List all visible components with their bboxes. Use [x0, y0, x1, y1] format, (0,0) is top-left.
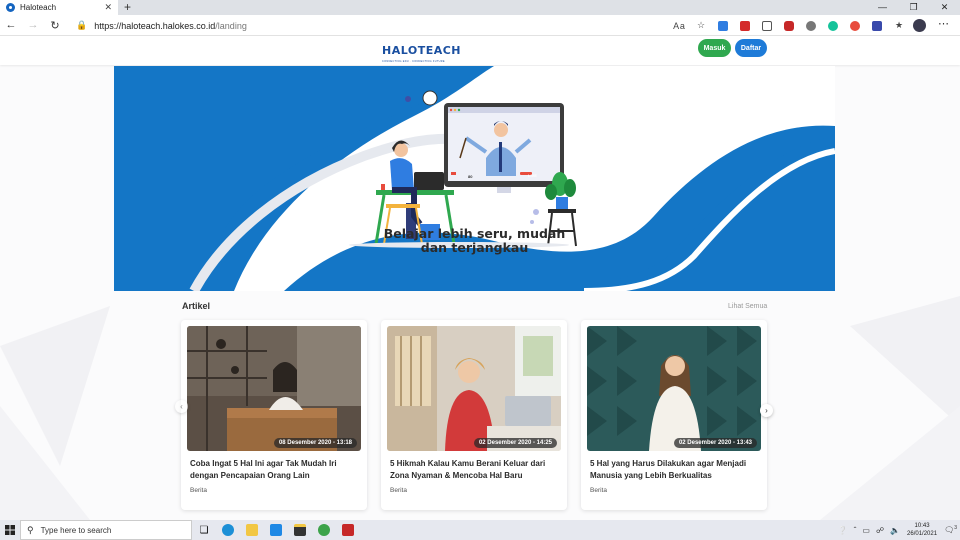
favorite-star-icon[interactable]: ☆	[690, 18, 712, 33]
article-title[interactable]: 5 Hal yang Harus Dilakukan agar Menjadi …	[590, 458, 762, 482]
tray-chevron-icon[interactable]: ˆ	[854, 526, 857, 535]
grammarly-icon[interactable]	[822, 18, 844, 33]
article-card[interactable]: 08 Desember 2020 - 13:18 Coba Ingat 5 Ha…	[181, 320, 367, 510]
network-icon[interactable]: ☍	[876, 526, 884, 535]
lock-icon: 🔒	[76, 20, 88, 30]
window-controls: — ❐ ✕	[867, 0, 960, 15]
address-bar[interactable]: 🔒 https://haloteach.halokes.co.id /landi…	[72, 17, 662, 34]
article-title[interactable]: 5 Hikmah Kalau Kamu Berani Keluar dari Z…	[390, 458, 562, 482]
article-title[interactable]: Coba Ingat 5 Hal Ini agar Tak Mudah Iri …	[190, 458, 362, 482]
hero-tagline: Belajar lebih seru, mudah dan terjangkau	[114, 227, 835, 255]
color-picker-icon[interactable]	[844, 18, 866, 33]
page-viewport: HALOTEACH CONNECTING EDU · CONNECTING FU…	[0, 36, 960, 520]
tab-sync-icon[interactable]	[756, 18, 778, 33]
vscode-icon[interactable]	[264, 520, 288, 540]
logo-tagline: CONNECTING EDU · CONNECTING FUTURE	[382, 60, 445, 63]
article-date: 02 Desember 2020 - 14:25	[473, 438, 557, 448]
chrome-icon[interactable]	[312, 520, 336, 540]
notification-count: 3	[954, 525, 957, 532]
hero-illustration: LIVE 80	[114, 66, 835, 291]
browser-toolbar: ← → ↻ 🔒 https://haloteach.halokes.co.id …	[0, 15, 960, 36]
taskbar: ⚲ Type here to search ❏ ❔ ˆ ▭ ☍ 🔈 10:43 …	[0, 520, 960, 540]
url-path: /landing	[215, 20, 247, 31]
article-category: Berita	[590, 487, 607, 494]
tab-strip: Haloteach ✕ + — ❐ ✕	[0, 0, 960, 15]
hero-tagline-line1: Belajar lebih seru, mudah	[383, 226, 566, 241]
hero-tagline-line2: dan terjangkau	[420, 240, 529, 255]
carousel-next-icon[interactable]: ›	[760, 404, 773, 417]
forward-arrow-icon[interactable]: →	[22, 19, 44, 31]
article-image: 08 Desember 2020 - 13:18	[187, 326, 361, 451]
back-arrow-icon[interactable]: ←	[0, 19, 22, 31]
restore-button[interactable]: ❐	[898, 0, 929, 15]
tab-title: Haloteach	[20, 3, 57, 12]
record-extension-icon[interactable]	[778, 18, 800, 33]
pdf-extension-icon[interactable]	[734, 18, 756, 33]
clock-time: 10:43	[914, 523, 930, 529]
url-host: https://haloteach.halokes.co.id	[94, 20, 216, 31]
refresh-icon[interactable]: ↻	[44, 19, 66, 32]
article-card[interactable]: 02 Desember 2020 - 13:43 5 Hal yang Haru…	[581, 320, 767, 510]
clock-date: 26/01/2021	[907, 531, 938, 537]
hero-banner: LIVE 80 Belajar lebih seru, mudah dan te…	[114, 66, 835, 291]
articles-section-title: Artikel	[182, 301, 211, 311]
article-date: 02 Desember 2020 - 13:43	[673, 438, 757, 448]
logo-text: HALOTEACH	[382, 44, 461, 57]
carousel-prev-icon[interactable]: ‹	[175, 400, 188, 413]
article-image: 02 Desember 2020 - 14:25	[387, 326, 561, 451]
battery-icon[interactable]: ▭	[862, 526, 870, 535]
profile-avatar[interactable]	[913, 19, 926, 32]
edge-browser-icon[interactable]	[216, 520, 240, 540]
article-card[interactable]: 02 Desember 2020 - 14:25 5 Hikmah Kalau …	[381, 320, 567, 510]
sticky-notes-icon[interactable]	[288, 520, 312, 540]
system-tray: ❔ ˆ ▭ ☍ 🔈 10:43 26/01/2021 🗨3	[835, 520, 960, 540]
shield-extension-icon[interactable]	[800, 18, 822, 33]
taskbar-search-placeholder: Type here to search	[40, 525, 112, 535]
viewer-count: 80	[468, 174, 473, 179]
tab-close-icon[interactable]: ✕	[104, 2, 112, 13]
help-icon[interactable]: ❔	[838, 526, 848, 535]
site-favicon-icon	[6, 3, 15, 12]
see-all-link[interactable]: Lihat Semua	[728, 303, 767, 310]
file-explorer-icon[interactable]	[240, 520, 264, 540]
article-category: Berita	[190, 487, 207, 494]
windows-start-icon[interactable]	[0, 520, 20, 540]
volume-icon[interactable]: 🔈	[890, 526, 900, 535]
new-tab-button[interactable]: +	[124, 1, 131, 14]
read-aloud-icon[interactable]: A a	[668, 18, 690, 33]
favorites-icon[interactable]: ★	[888, 18, 910, 33]
notification-icon[interactable]: 🗨3	[944, 525, 957, 535]
more-menu-icon[interactable]: ⋯	[938, 17, 949, 30]
site-header: HALOTEACH CONNECTING EDU · CONNECTING FU…	[0, 36, 960, 65]
extension-icons: A a ☆ ★ ❐	[668, 18, 932, 33]
browser-tab[interactable]: Haloteach ✕	[0, 0, 118, 15]
close-window-button[interactable]: ✕	[929, 0, 960, 15]
minimize-button[interactable]: —	[867, 0, 898, 15]
filezilla-icon[interactable]	[336, 520, 360, 540]
article-image: 02 Desember 2020 - 13:43	[587, 326, 761, 451]
login-button[interactable]: Masuk	[698, 39, 731, 57]
vpn-shield-icon[interactable]	[866, 18, 888, 33]
article-date: 08 Desember 2020 - 13:18	[273, 438, 357, 448]
haloteach-logo[interactable]: HALOTEACH CONNECTING EDU · CONNECTING FU…	[382, 41, 461, 63]
task-view-icon[interactable]: ❏	[192, 520, 216, 540]
article-category: Berita	[390, 487, 407, 494]
search-icon: ⚲	[27, 524, 34, 535]
live-badge: LIVE	[528, 173, 537, 178]
taskbar-search[interactable]: ⚲ Type here to search	[20, 520, 192, 540]
register-button[interactable]: Daftar	[735, 39, 767, 57]
collections-icon[interactable]	[712, 18, 734, 33]
clock[interactable]: 10:43 26/01/2021	[907, 522, 937, 538]
